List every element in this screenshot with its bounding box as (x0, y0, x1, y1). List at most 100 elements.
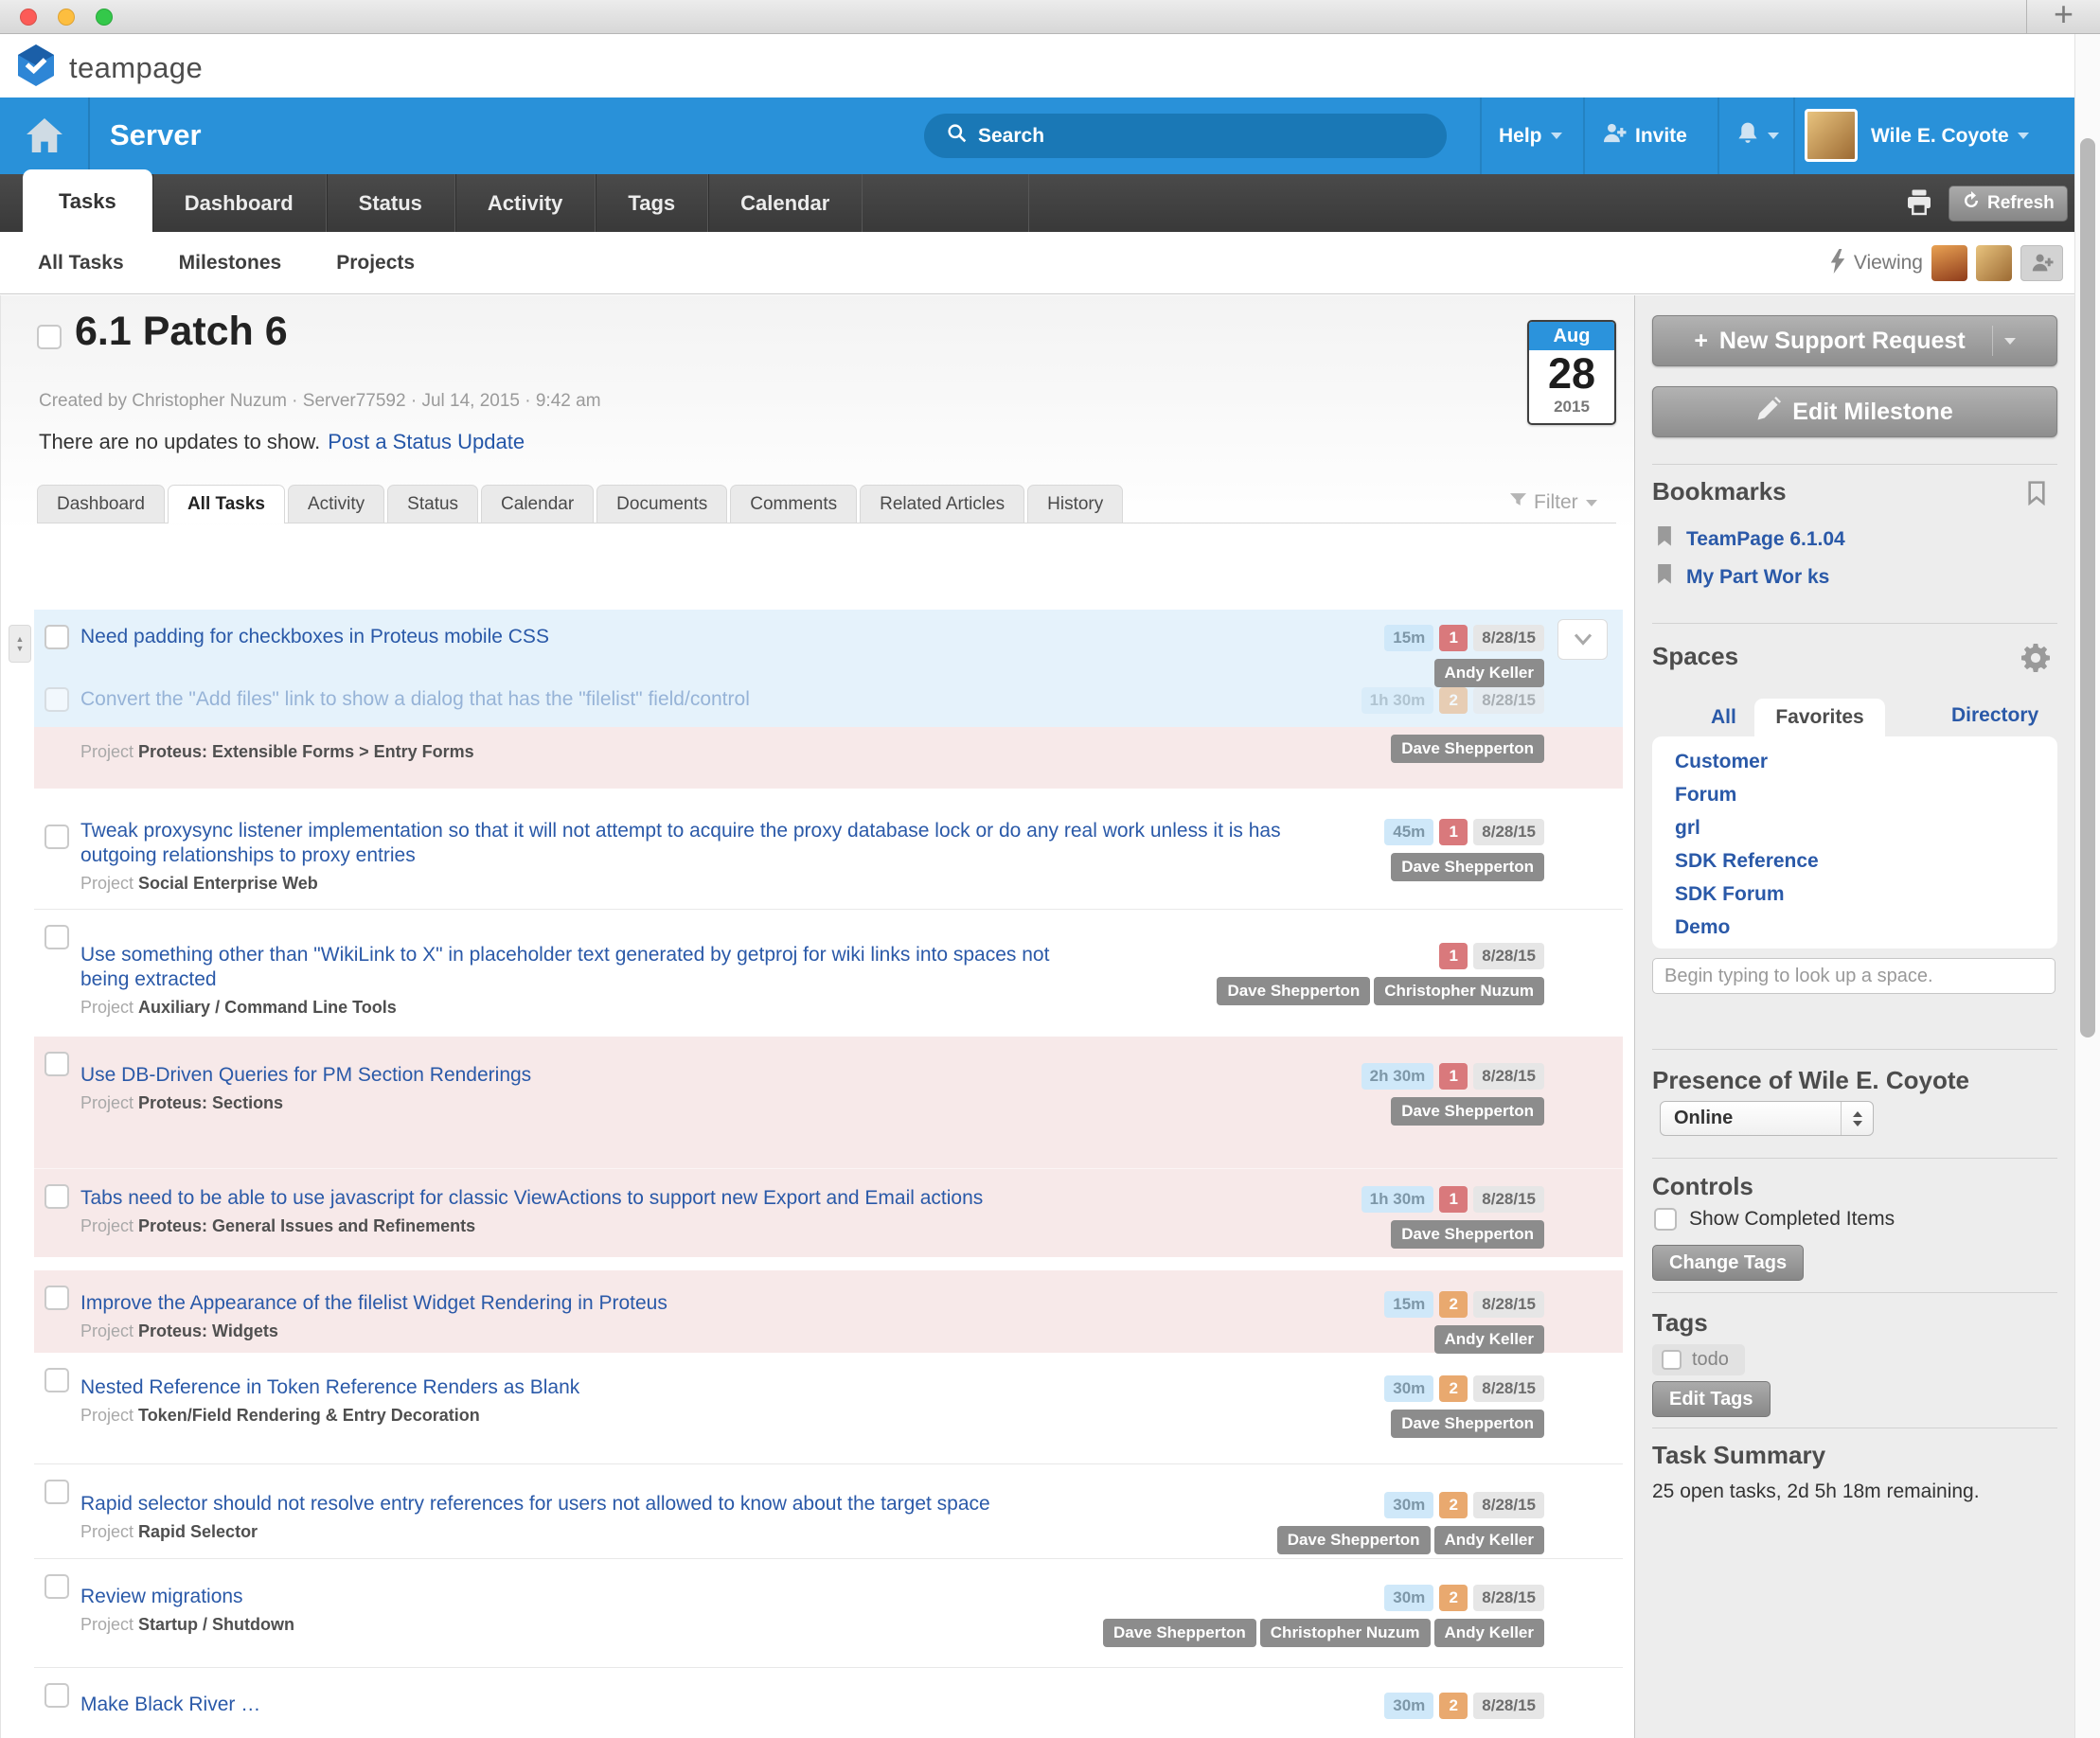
milestone-tab-status[interactable]: Status (387, 485, 478, 523)
spaces-tab-directory[interactable]: Directory (1951, 704, 2038, 727)
scrollbar-thumb[interactable] (2080, 138, 2095, 1037)
search-input[interactable]: Search (924, 114, 1447, 158)
gear-icon[interactable] (2021, 644, 2050, 677)
tag-todo-checkbox[interactable] (1662, 1350, 1682, 1370)
bookmark-item[interactable]: My Part Wor ks (1656, 564, 1845, 590)
priority-badge: 1 (1439, 819, 1468, 845)
teampage-logo-icon (15, 44, 57, 91)
spaces-tab-all[interactable]: All (1711, 706, 1736, 729)
task-checkbox[interactable] (44, 1184, 69, 1209)
task-title-link[interactable]: Make Black River … (80, 1693, 260, 1717)
header-separator (1583, 98, 1585, 174)
task-title-link[interactable]: Improve the Appearance of the filelist W… (80, 1291, 667, 1316)
task-title-link[interactable]: Use something other than "WikiLink to X"… (80, 943, 1084, 992)
change-tags-button[interactable]: Change Tags (1652, 1245, 1804, 1281)
print-icon[interactable] (1905, 188, 1933, 222)
bookmark-outline-icon[interactable] (2027, 481, 2046, 510)
milestone-tab-related-articles[interactable]: Related Articles (860, 485, 1024, 523)
task-title-link[interactable]: Tweak proxysync listener implementation … (80, 819, 1283, 868)
user-avatar[interactable] (1805, 109, 1858, 162)
subnav-milestones[interactable]: Milestones (179, 252, 282, 275)
milestone-tab-calendar[interactable]: Calendar (481, 485, 594, 523)
new-tab-button[interactable]: + (2026, 0, 2100, 33)
subnav-all-tasks[interactable]: All Tasks (38, 252, 124, 275)
task-checkbox[interactable] (44, 925, 69, 949)
post-status-update-link[interactable]: Post a Status Update (328, 430, 525, 453)
close-window-button[interactable] (20, 9, 37, 26)
task-badges: 18/28/15 (1439, 943, 1544, 969)
task-title-link[interactable]: Use DB-Driven Queries for PM Section Ren… (80, 1063, 531, 1088)
space-link[interactable]: Forum (1675, 784, 2057, 807)
bookmark-link[interactable]: My Part Wor ks (1686, 566, 1829, 589)
task-checkbox[interactable] (44, 1683, 69, 1708)
edit-milestone-button[interactable]: Edit Milestone (1652, 386, 2057, 437)
home-icon[interactable] (23, 114, 66, 157)
notifications-menu[interactable] (1736, 98, 1779, 174)
space-lookup-input[interactable] (1652, 958, 2056, 994)
space-link[interactable]: grl (1675, 817, 2057, 840)
viewer-avatar[interactable] (1931, 245, 1967, 281)
filter-dropdown[interactable]: Filter (1510, 491, 1597, 514)
task-checkbox[interactable] (44, 1480, 69, 1504)
expand-chevron-button[interactable] (1557, 619, 1608, 660)
milestone-tab-all-tasks[interactable]: All Tasks (168, 485, 285, 523)
tab-status[interactable]: Status (327, 174, 455, 232)
edit-tags-button[interactable]: Edit Tags (1652, 1381, 1771, 1417)
time-estimate-badge: 30m (1384, 1375, 1433, 1402)
user-menu[interactable]: Wile E. Coyote (1871, 98, 2029, 174)
task-checkbox[interactable] (44, 1574, 69, 1599)
tab-dashboard[interactable]: Dashboard (152, 174, 327, 232)
tab-calendar[interactable]: Calendar (708, 174, 863, 232)
drag-handle-icon[interactable]: ▲▼ (9, 625, 31, 663)
task-row: Rapid selector should not resolve entry … (34, 1464, 1623, 1558)
milestone-tab-comments[interactable]: Comments (730, 485, 857, 523)
task-checkbox[interactable] (44, 625, 69, 649)
presence-select[interactable]: Online (1660, 1101, 1874, 1136)
scrollbar-track[interactable] (2074, 34, 2100, 1738)
task-row: Tweak proxysync listener implementation … (34, 809, 1623, 909)
minimize-window-button[interactable] (58, 9, 75, 26)
task-title-link[interactable]: Nested Reference in Token Reference Rend… (80, 1375, 579, 1400)
teampage-logo[interactable]: teampage (15, 44, 203, 91)
task-title-link[interactable]: Tabs need to be able to use javascript f… (80, 1186, 983, 1211)
task-title-link[interactable]: Convert the "Add files" link to show a d… (80, 687, 750, 712)
task-checkbox[interactable] (44, 1052, 69, 1076)
task-title-link[interactable]: Rapid selector should not resolve entry … (80, 1492, 990, 1516)
task-checkbox[interactable] (44, 1286, 69, 1310)
milestone-tab-dashboard[interactable]: Dashboard (37, 485, 165, 523)
subnav-projects[interactable]: Projects (336, 252, 415, 275)
task-checkbox[interactable] (44, 687, 69, 712)
task-title-link[interactable]: Need padding for checkboxes in Proteus m… (80, 625, 549, 649)
spaces-tab-favorites[interactable]: Favorites (1754, 699, 1885, 736)
tab-tasks[interactable]: Tasks (23, 169, 152, 232)
bookmark-link[interactable]: TeamPage 6.1.04 (1686, 528, 1845, 551)
space-link[interactable]: Demo (1675, 916, 2057, 939)
help-menu[interactable]: Help (1499, 98, 1562, 174)
viewer-avatar[interactable] (1976, 245, 2012, 281)
chevron-down-icon (1551, 133, 1562, 139)
milestone-checkbox[interactable] (37, 325, 62, 349)
tab-activity[interactable]: Activity (455, 174, 596, 232)
task-checkbox[interactable] (44, 825, 69, 849)
show-completed-row: Show Completed Items (1654, 1208, 1895, 1231)
milestone-tab-documents[interactable]: Documents (596, 485, 727, 523)
zoom-window-button[interactable] (96, 9, 113, 26)
sidebar-divider (1652, 1292, 2057, 1293)
add-viewer-button[interactable] (2020, 245, 2063, 281)
milestone-tab-history[interactable]: History (1027, 485, 1123, 523)
task-title-link[interactable]: Review migrations (80, 1585, 243, 1609)
bookmark-item[interactable]: TeamPage 6.1.04 (1656, 526, 1845, 552)
new-support-request-button[interactable]: + New Support Request (1652, 315, 2057, 366)
plus-icon: + (1694, 328, 1708, 355)
priority-badge: 2 (1439, 687, 1468, 714)
space-link[interactable]: SDK Forum (1675, 883, 2057, 906)
project-label: Project (80, 998, 138, 1017)
milestone-tab-activity[interactable]: Activity (288, 485, 384, 523)
tab-tags[interactable]: Tags (596, 174, 708, 232)
space-link[interactable]: SDK Reference (1675, 850, 2057, 873)
refresh-button[interactable]: Refresh (1949, 186, 2068, 222)
task-checkbox[interactable] (44, 1368, 69, 1392)
show-completed-checkbox[interactable] (1654, 1208, 1677, 1231)
invite-button[interactable]: Invite (1602, 98, 1687, 174)
space-link[interactable]: Customer (1675, 751, 2057, 773)
